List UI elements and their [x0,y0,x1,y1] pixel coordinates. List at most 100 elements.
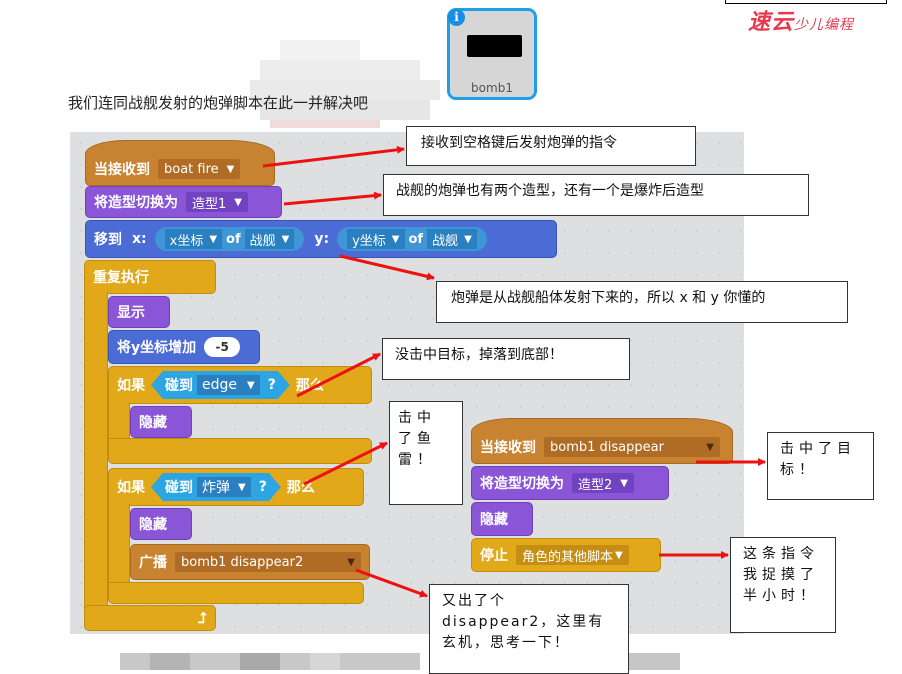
logo-sub: 少儿编程 [794,17,855,33]
block-label: 将y坐标增加 [117,340,197,356]
of-label: of [408,231,424,247]
block-label: 广播 [139,555,167,571]
block-label: 重复执行 [93,270,149,286]
if-bomb-footer [108,582,364,604]
y-sprite-dropdown[interactable]: 战舰 ▼ [427,229,477,249]
block-label: 如果 [117,378,145,394]
message-dropdown[interactable]: bomb1 disappear ▼ [544,437,720,457]
switch-costume-block[interactable]: 将造型切换为 造型1 ▼ [85,186,282,218]
block-label: 隐藏 [480,512,508,528]
touching-target-dropdown[interactable]: edge ▼ [197,375,260,395]
forever-footer: ⮥ [84,605,216,631]
switch-costume-block-2[interactable]: 将造型切换为 造型2 ▼ [471,466,669,500]
callout-hit-torpedo: 击中了鱼雷！ [389,401,463,505]
y-label: y: [314,231,330,247]
forever-arm [84,292,108,608]
dropdown-value: 造型2 [578,477,613,493]
dropdown-value: 造型1 [192,196,227,212]
x-reporter[interactable]: x坐标 ▼ of 战舰 ▼ [154,227,305,251]
y-reporter[interactable]: y坐标 ▼ of 战舰 ▼ [337,227,487,251]
change-y-value-input[interactable]: -5 [204,337,241,357]
block-label: 隐藏 [139,517,167,533]
chevron-down-icon: ▼ [391,233,400,245]
if-edge-arm [108,402,130,440]
touching-label: 碰到 [165,480,193,496]
touching-label: 碰到 [165,378,193,394]
then-label: 那么 [295,378,324,394]
callout-two-costumes: 战舰的炮弹也有两个造型，还有一个是爆炸后造型 [383,174,809,216]
dropdown-value: 炸弹 [202,480,230,496]
stop-block[interactable]: 停止 角色的其他脚本 ▼ [471,538,661,572]
callout-pondered: 这条指令我捉摸了半小时！ [730,537,836,633]
chevron-down-icon: ▼ [238,481,246,493]
hide-block[interactable]: 隐藏 [130,508,192,540]
if-edge-footer [108,438,372,464]
touching-edge-condition[interactable]: 碰到 edge ▼ ? [151,371,290,399]
block-label: 当接收到 [480,440,536,456]
question-mark: ? [258,479,267,495]
sprite-thumbnail[interactable]: i bomb1 [447,8,537,100]
chevron-down-icon: ▼ [464,233,472,245]
intro-text: 我们连同战舰发射的炮弹脚本在此一并解决吧 [68,94,369,112]
dropdown-value: x坐标 [169,233,204,249]
y-attribute-dropdown[interactable]: y坐标 ▼ [347,229,405,249]
callout-disappear2-hint: 又出了个 disappear2，这里有玄机，思考一下！ [429,584,629,674]
chevron-down-icon: ▼ [226,163,235,175]
costume-dropdown[interactable]: 造型1 ▼ [186,192,248,212]
callout-xy-explain: 炮弹是从战舰船体发射下来的，所以 x 和 y 你懂的 [436,281,848,323]
dropdown-value: bomb1 disappear [550,439,664,455]
when-receive-hat-block-2[interactable]: 当接收到 bomb1 disappear ▼ [471,418,733,464]
block-label: 将造型切换为 [94,195,178,211]
chevron-down-icon: ▼ [615,549,623,561]
message-dropdown[interactable]: boat fire ▼ [158,159,241,179]
chevron-down-icon: ▼ [209,233,218,245]
info-icon[interactable]: i [448,9,465,26]
x-label: x: [132,231,147,247]
block-label: 如果 [117,480,145,496]
then-label: 那么 [286,480,315,496]
chevron-down-icon: ▼ [234,196,242,208]
logo-main: 速云 [748,9,795,35]
if-edge-block[interactable]: 如果 碰到 edge ▼ ? 那么 [108,366,372,404]
block-label: 将造型切换为 [480,476,564,492]
broadcast-message-dropdown[interactable]: bomb1 disappear2 ▼ [175,552,361,572]
brand-logo: 速云少儿编程 [748,4,854,36]
dropdown-value: 角色的其他脚本 [522,549,614,565]
callout-receive-fire: 接收到空格键后发射炮弹的指令 [406,126,696,166]
if-bomb-block[interactable]: 如果 碰到 炸弹 ▼ ? 那么 [108,468,364,506]
dropdown-value: 战舰 [432,233,459,249]
stop-option-dropdown[interactable]: 角色的其他脚本 ▼ [516,545,629,565]
dropdown-value: edge [202,377,237,393]
x-attribute-dropdown[interactable]: x坐标 ▼ [164,229,223,249]
costume-dropdown[interactable]: 造型2 ▼ [572,473,634,493]
of-label: of [226,231,241,247]
callout-hit-target: 击中了目标！ [767,432,874,500]
chevron-down-icon: ▼ [706,441,714,453]
chevron-down-icon: ▼ [620,477,628,489]
question-mark: ? [267,377,276,393]
forever-block[interactable]: 重复执行 [84,260,216,294]
dropdown-value: y坐标 [352,233,386,249]
block-label: 隐藏 [139,415,167,431]
show-block[interactable]: 显示 [108,296,170,328]
if-bomb-arm [108,504,130,584]
x-sprite-dropdown[interactable]: 战舰 ▼ [244,229,295,249]
block-label: 停止 [480,548,508,564]
broadcast-block[interactable]: 广播 bomb1 disappear2 ▼ [130,544,370,580]
hide-block[interactable]: 隐藏 [130,406,192,438]
dropdown-value: bomb1 disappear2 [181,554,304,570]
dropdown-value: 战舰 [249,233,276,249]
chevron-down-icon: ▼ [281,233,290,245]
hide-block-2[interactable]: 隐藏 [471,502,533,536]
sprite-name: bomb1 [471,81,513,95]
costume-preview [467,35,522,57]
touching-target-dropdown[interactable]: 炸弹 ▼ [197,477,251,497]
touching-bomb-condition[interactable]: 碰到 炸弹 ▼ ? [151,473,281,501]
loop-arrow-icon: ⮥ [198,609,207,627]
go-to-xy-block[interactable]: 移到 x: x坐标 ▼ of 战舰 ▼ y: y坐标 ▼ of 战舰 ▼ [85,220,557,258]
when-receive-hat-block[interactable]: 当接收到 boat fire ▼ [85,140,275,186]
callout-missed-target: 没击中目标，掉落到底部！ [382,338,630,380]
dropdown-value: boat fire [164,161,219,177]
change-y-block[interactable]: 将y坐标增加 -5 [108,330,260,364]
chevron-down-icon: ▼ [247,379,255,391]
